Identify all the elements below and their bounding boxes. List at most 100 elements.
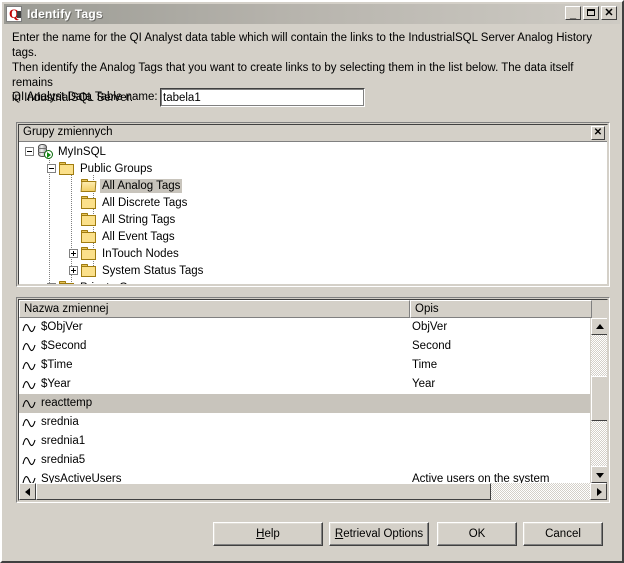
dialog-button-bar: Help Retrieval Options OK Cancel [2, 522, 622, 554]
retrieval-options-button[interactable]: Retrieval Options [329, 522, 429, 546]
list-item[interactable]: $Time Time [19, 356, 590, 375]
chevron-right-icon [596, 487, 602, 496]
tag-name: SysActiveUsers [41, 473, 122, 483]
maximize-icon [584, 7, 598, 19]
chevron-up-icon [595, 323, 604, 329]
analog-tag-icon [22, 436, 37, 448]
tree-node-system-status-tags[interactable]: System Status Tags [69, 262, 205, 279]
scroll-right-button[interactable] [590, 483, 607, 500]
window-title: Identify Tags [27, 7, 103, 21]
tree-node-private-groups[interactable]: Private Groups [47, 279, 159, 284]
tag-name: $Second [41, 340, 87, 352]
list-vertical-scrollbar[interactable] [590, 318, 607, 483]
window-controls: _ ✕ [565, 6, 617, 20]
close-icon: ✕ [604, 7, 614, 19]
chevron-left-icon [24, 487, 30, 496]
qi-analyst-icon: Q [6, 6, 22, 22]
ok-button[interactable]: OK [437, 522, 517, 546]
folder-icon [59, 281, 75, 284]
tree-node-label: MyInSQL [58, 145, 106, 158]
minimize-button[interactable]: _ [565, 6, 581, 20]
close-button[interactable]: ✕ [601, 6, 617, 20]
list-item[interactable]: $ObjVer ObjVer [19, 318, 590, 337]
column-header-desc[interactable]: Opis [410, 300, 592, 318]
instruction-line-1: Enter the name for the QI Analyst data t… [12, 32, 592, 59]
tag-list-panel: Nazwa zmiennej Opis $ObjVer ObjVer $Seco… [16, 297, 610, 503]
list-item[interactable]: reacttemp [19, 394, 590, 413]
tree-node-label: All Event Tags [102, 230, 175, 243]
analog-tag-icon [22, 455, 37, 467]
list-item[interactable]: srednia [19, 413, 590, 432]
tag-name: srednia [41, 416, 79, 428]
tag-list-rows[interactable]: $ObjVer ObjVer $Second Second $Time Time [19, 318, 590, 483]
tag-description: Year [412, 378, 436, 390]
analog-tag-icon [22, 322, 37, 334]
tree-node-label: Public Groups [80, 162, 153, 175]
table-name-label: QI Analyst Data Table name: [12, 91, 158, 103]
tree-node-all-string-tags[interactable]: All String Tags [69, 211, 177, 228]
tag-description: Active users on the system [412, 473, 550, 483]
folder-icon [81, 213, 97, 226]
tree-body[interactable]: MyInSQL Public Groups All Analog Tags Al… [19, 141, 607, 284]
tree-node-all-discrete-tags[interactable]: All Discrete Tags [69, 194, 189, 211]
tag-group-tree-panel: Grupy zmiennych ✕ MyInSQL Public Groups [16, 122, 610, 287]
tag-name: srednia5 [41, 454, 86, 466]
chevron-down-icon [595, 472, 604, 478]
instruction-line-2: Then identify the Analog Tags that you w… [12, 62, 574, 89]
tree-close-icon[interactable]: ✕ [591, 126, 605, 140]
expand-expander-icon[interactable] [69, 266, 78, 275]
collapse-expander-icon[interactable] [47, 164, 56, 173]
tree-node-myinsql[interactable]: MyInSQL [25, 143, 108, 160]
folder-icon [81, 247, 97, 260]
list-item[interactable]: SysActiveUsers Active users on the syste… [19, 470, 590, 483]
tree-node-all-analog-tags[interactable]: All Analog Tags [69, 177, 183, 194]
collapse-expander-icon[interactable] [25, 147, 34, 156]
identify-tags-dialog: Q Identify Tags _ ✕ Enter the name for t… [0, 0, 624, 563]
tree-node-all-event-tags[interactable]: All Event Tags [69, 228, 177, 245]
cancel-button[interactable]: Cancel [523, 522, 603, 546]
list-item[interactable]: $Second Second [19, 337, 590, 356]
table-name-row: QI Analyst Data Table name: [12, 88, 612, 108]
column-header-name[interactable]: Nazwa zmiennej [19, 300, 410, 318]
analog-tag-icon [22, 417, 37, 429]
tree-node-public-groups[interactable]: Public Groups [47, 160, 154, 177]
tag-name: $Year [41, 378, 71, 390]
tree-node-label: Private Groups [78, 281, 159, 285]
vertical-scroll-thumb[interactable] [591, 376, 607, 421]
list-item[interactable]: $Year Year [19, 375, 590, 394]
analog-tag-icon [22, 379, 37, 391]
folder-icon [81, 230, 97, 243]
expand-expander-icon[interactable] [69, 249, 78, 258]
cancel-label: Cancel [545, 528, 581, 540]
folder-icon [81, 196, 97, 209]
database-icon [37, 144, 53, 159]
tree-node-label: All Discrete Tags [102, 196, 188, 209]
horizontal-scroll-thumb[interactable] [36, 483, 491, 500]
list-item[interactable]: srednia1 [19, 432, 590, 451]
analog-tag-icon [22, 360, 37, 372]
retrieval-label: etrieval Options [343, 528, 424, 540]
list-horizontal-scrollbar[interactable] [19, 483, 607, 500]
analog-tag-icon [22, 474, 37, 483]
tree-node-intouch-nodes[interactable]: InTouch Nodes [69, 245, 181, 262]
tag-list-header: Nazwa zmiennej Opis [19, 300, 607, 318]
retrieval-accel: R [334, 528, 344, 540]
minimize-icon: _ [569, 8, 577, 20]
tag-description: Second [412, 340, 452, 352]
help-button[interactable]: Help [213, 522, 323, 546]
table-name-input[interactable] [160, 88, 365, 107]
tag-name: reacttemp [39, 396, 95, 411]
scroll-left-button[interactable] [19, 483, 36, 500]
tag-name: srednia1 [41, 435, 86, 447]
tree-node-label: System Status Tags [102, 264, 204, 277]
scroll-up-button[interactable] [591, 318, 607, 335]
expand-expander-icon[interactable] [47, 283, 56, 284]
folder-icon [59, 162, 75, 175]
ok-label: OK [468, 528, 486, 540]
title-bar[interactable]: Q Identify Tags _ ✕ [4, 4, 620, 24]
tree-panel-header: Grupy zmiennych ✕ [19, 125, 607, 141]
maximize-button[interactable] [583, 6, 599, 20]
scroll-down-button[interactable] [591, 466, 607, 483]
tree-panel-title: Grupy zmiennych [23, 126, 113, 138]
list-item[interactable]: srednia5 [19, 451, 590, 470]
